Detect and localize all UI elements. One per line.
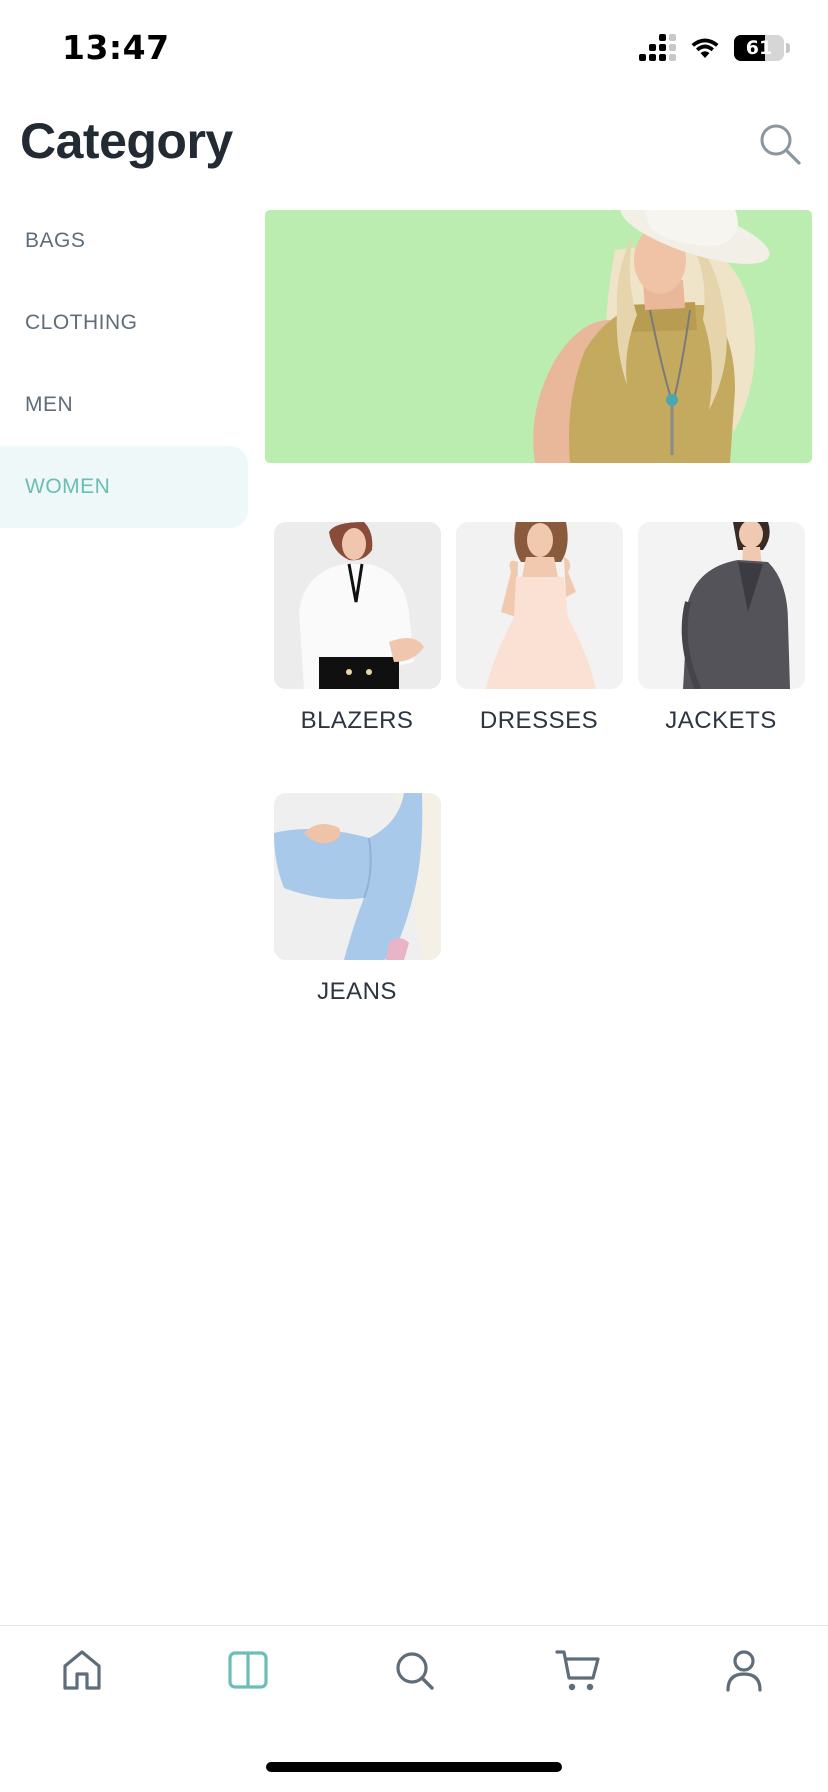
subcategory-tile-jeans[interactable]: JEANS — [266, 793, 448, 1006]
subcategory-grid: BLAZERS DRESSES JACKETS JEANS — [266, 522, 816, 1006]
subcategory-label: DRESSES — [479, 707, 599, 734]
cellular-signal-icon — [639, 34, 676, 61]
jackets-image — [637, 522, 805, 689]
wifi-icon — [691, 38, 719, 58]
battery-icon: 61 — [734, 34, 784, 61]
home-indicator — [266, 1762, 562, 1772]
category-sidebar: BAGS CLOTHING MEN WOMEN — [0, 200, 248, 528]
sidebar-item-clothing[interactable]: CLOTHING — [0, 282, 248, 364]
profile-icon[interactable] — [720, 1646, 768, 1694]
battery-cap — [786, 42, 790, 53]
sidebar-item-women[interactable]: WOMEN — [0, 446, 248, 528]
subcategory-label: BLAZERS — [300, 707, 414, 734]
status-time: 13:47 — [62, 28, 170, 67]
status-icons: 61 — [639, 34, 790, 61]
subcategory-label: JEANS — [317, 978, 397, 1005]
promo-banner[interactable] — [265, 210, 812, 463]
subcategory-tile-dresses[interactable]: DRESSES — [448, 522, 630, 735]
category-icon[interactable] — [224, 1646, 272, 1694]
jeans-image — [273, 793, 441, 960]
sidebar-item-label: MEN — [25, 393, 74, 416]
banner-model-image — [533, 210, 770, 463]
subcategory-tile-jackets[interactable]: JACKETS — [630, 522, 812, 735]
sidebar-item-men[interactable]: MEN — [0, 364, 248, 446]
sidebar-item-bags[interactable]: BAGS — [0, 200, 248, 282]
cart-icon[interactable] — [554, 1646, 602, 1694]
sidebar-item-label: BAGS — [25, 229, 86, 252]
search-icon[interactable] — [758, 122, 802, 166]
blazers-image — [273, 522, 441, 689]
sidebar-item-label: CLOTHING — [25, 311, 138, 334]
subcategory-label: JACKETS — [665, 707, 777, 734]
search-icon[interactable] — [390, 1646, 438, 1694]
battery-level: 61 — [745, 36, 773, 59]
subcategory-tile-blazers[interactable]: BLAZERS — [266, 522, 448, 735]
sidebar-item-label: WOMEN — [25, 475, 111, 498]
page-title: Category — [20, 113, 233, 169]
dresses-image — [455, 522, 623, 689]
home-icon[interactable] — [58, 1646, 106, 1694]
status-bar: 13:47 61 — [0, 0, 828, 100]
